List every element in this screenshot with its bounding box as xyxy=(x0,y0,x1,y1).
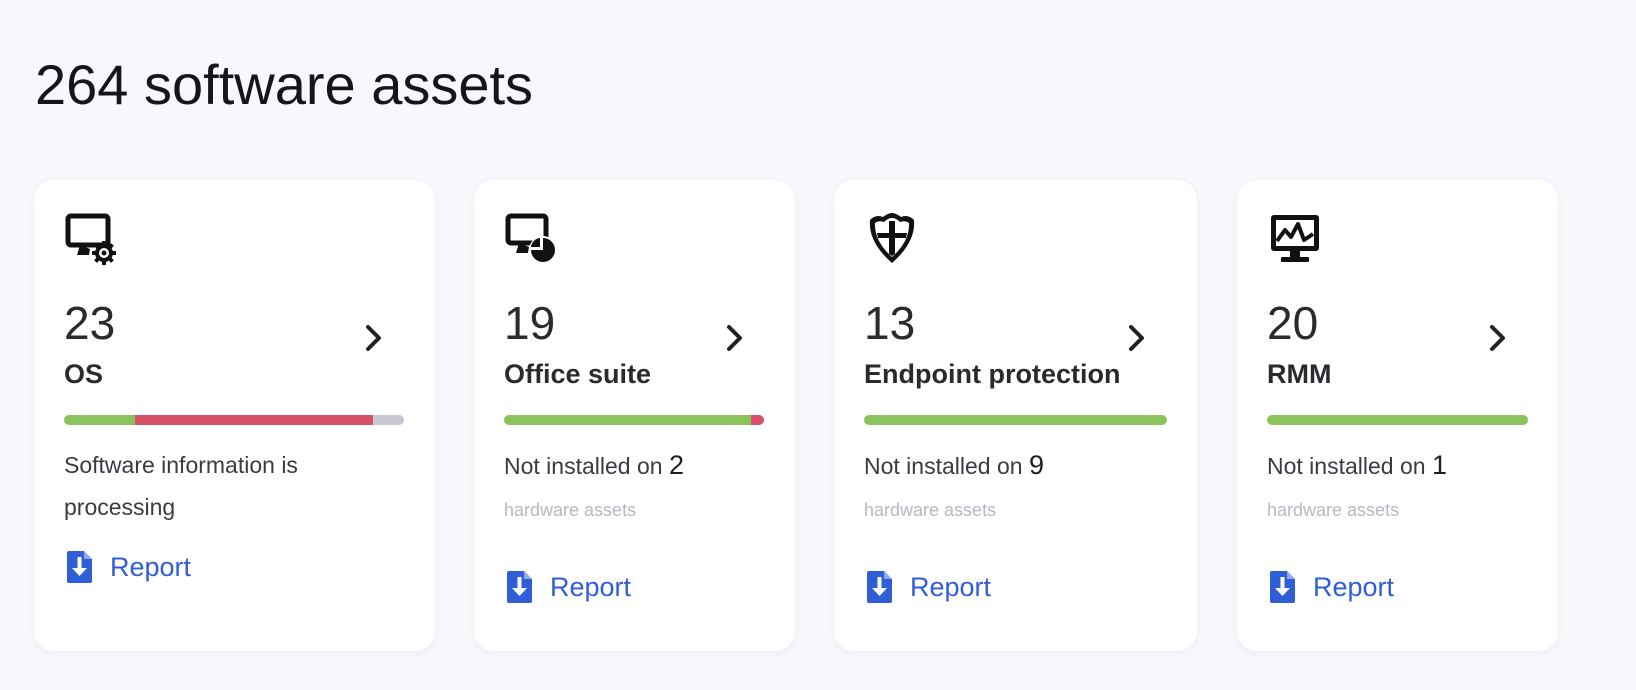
not-installed-segment xyxy=(135,415,374,425)
install-progress-bar xyxy=(1267,415,1528,425)
status-text: Not installed on 9 xyxy=(864,444,1044,487)
install-progress-bar xyxy=(504,415,764,425)
status-text: Software information is processing xyxy=(64,452,298,520)
report-label: Report xyxy=(110,552,192,582)
chevron-right-icon[interactable] xyxy=(1119,320,1155,356)
software-count: 23 xyxy=(64,297,116,349)
page-title: 264 software assets xyxy=(35,53,534,116)
software-card-os[interactable]: 23 OS Software information is processing… xyxy=(34,180,435,651)
monitor-pie-icon xyxy=(504,210,560,266)
chevron-right-icon[interactable] xyxy=(1480,320,1516,356)
installed-segment xyxy=(864,415,1167,425)
status-prefix: Not installed on xyxy=(1267,453,1426,479)
category-title: Endpoint protection xyxy=(864,359,1121,389)
monitor-pulse-icon xyxy=(1267,210,1323,266)
report-label: Report xyxy=(910,572,992,602)
download-report-icon xyxy=(64,550,94,584)
report-button[interactable]: Report xyxy=(64,550,191,584)
chevron-right-icon[interactable] xyxy=(717,320,753,356)
shield-icon xyxy=(864,210,920,266)
installed-segment xyxy=(1267,415,1528,425)
category-title: OS xyxy=(64,359,104,389)
category-title: Office suite xyxy=(504,359,652,389)
installed-segment xyxy=(504,415,751,425)
not-installed-count: 9 xyxy=(1028,450,1044,480)
installed-segment xyxy=(64,415,136,425)
status-text: Not installed on 2 xyxy=(504,444,684,487)
status-subtext: hardware assets xyxy=(864,500,997,520)
category-title: RMM xyxy=(1267,359,1332,389)
software-card-office-suite[interactable]: 19 Office suite Not installed on 2 hardw… xyxy=(474,180,795,651)
chevron-right-icon[interactable] xyxy=(356,320,392,356)
download-report-icon xyxy=(1267,570,1297,604)
report-button[interactable]: Report xyxy=(504,570,631,604)
software-count: 19 xyxy=(504,297,556,349)
download-report-icon xyxy=(504,570,534,604)
software-count: 20 xyxy=(1267,297,1319,349)
not-installed-segment xyxy=(751,415,764,425)
status-text: Not installed on 1 xyxy=(1267,444,1447,487)
status-prefix: Not installed on xyxy=(504,453,663,479)
not-installed-count: 2 xyxy=(668,450,684,480)
report-button[interactable]: Report xyxy=(864,570,991,604)
report-label: Report xyxy=(1313,572,1395,602)
monitor-gear-icon xyxy=(64,210,120,266)
software-card-endpoint-protection[interactable]: 13 Endpoint protection Not installed on … xyxy=(834,180,1197,651)
software-card-rmm[interactable]: 20 RMM Not installed on 1 hardware asset… xyxy=(1237,180,1558,651)
report-button[interactable]: Report xyxy=(1267,570,1394,604)
status-prefix: Not installed on xyxy=(864,453,1023,479)
status-subtext: hardware assets xyxy=(504,500,637,520)
status-subtext: hardware assets xyxy=(1267,500,1400,520)
software-count: 13 xyxy=(864,297,916,349)
not-installed-count: 1 xyxy=(1431,450,1447,480)
install-progress-bar xyxy=(864,415,1167,425)
download-report-icon xyxy=(864,570,894,604)
report-label: Report xyxy=(550,572,632,602)
processing-segment xyxy=(373,415,404,425)
install-progress-bar xyxy=(64,415,404,425)
